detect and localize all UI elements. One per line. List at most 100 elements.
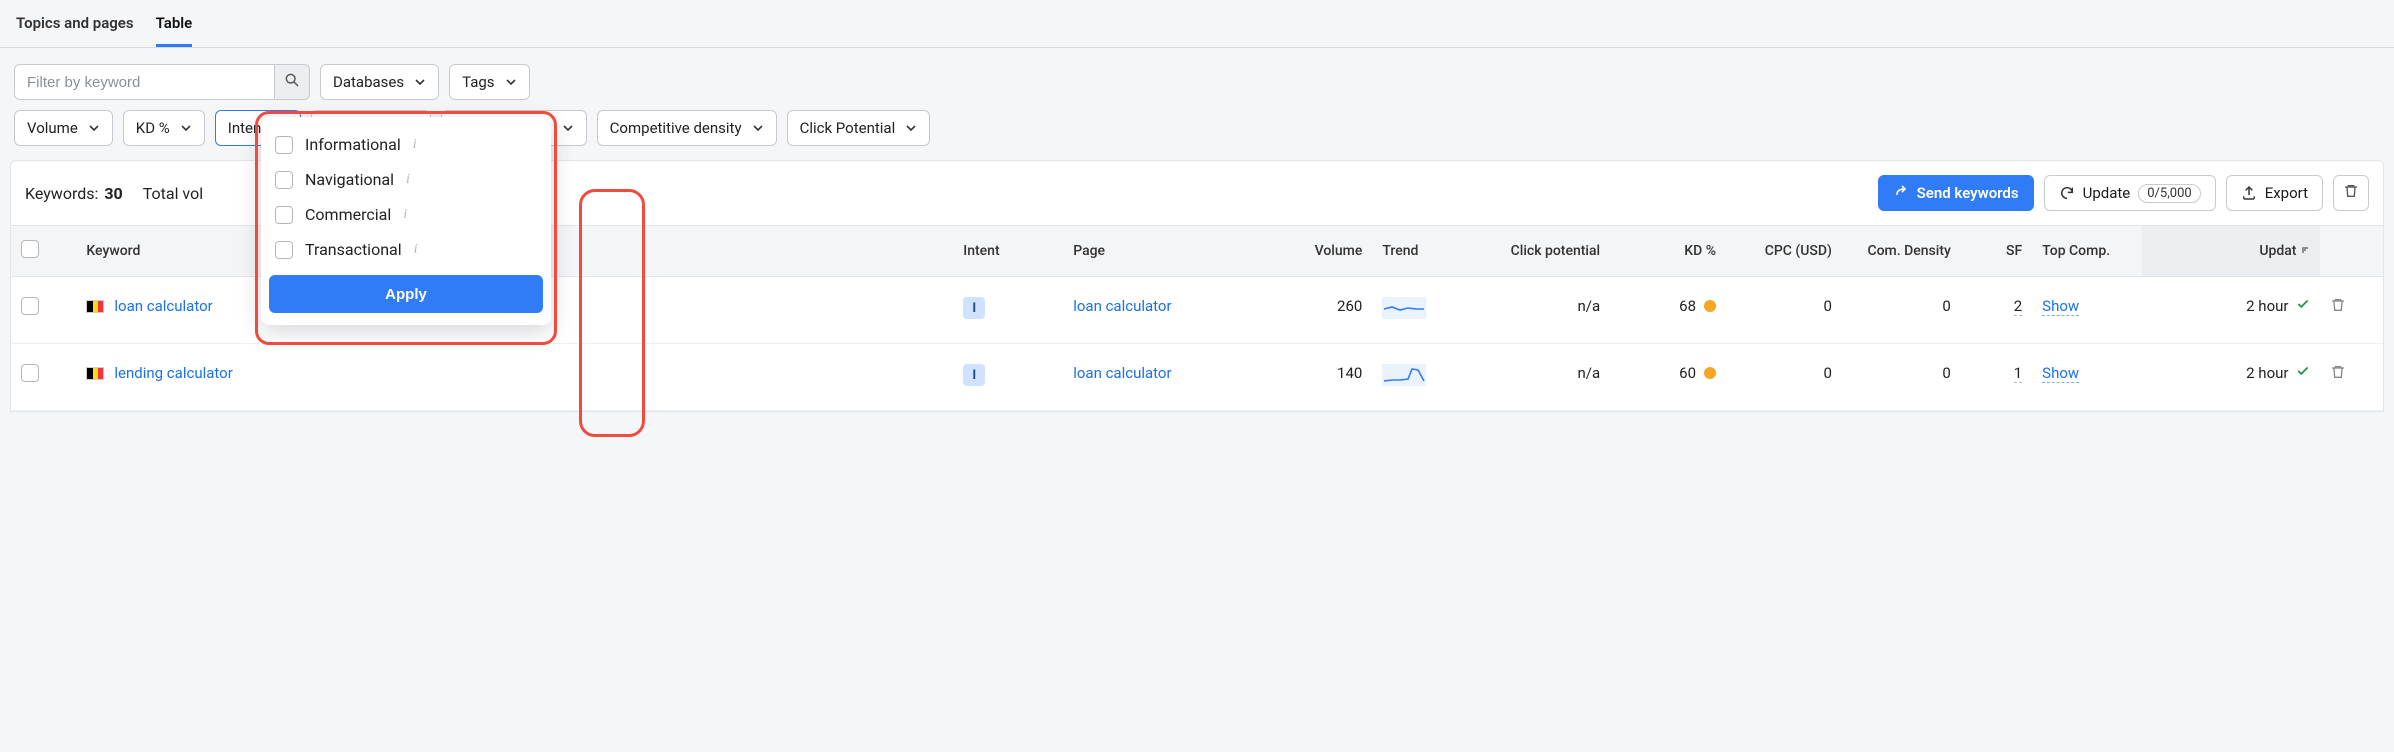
page-link[interactable]: loan calculator [1073,364,1171,382]
trash-icon [2343,183,2359,203]
info-icon[interactable]: i [406,172,410,188]
kd-value: 68 [1679,297,1696,315]
checkbox[interactable] [275,206,293,224]
chevron-down-icon [88,122,100,134]
intent-dropdown: Informational i Navigational i Commercia… [261,117,551,325]
cpc-value: 0 [1726,277,1842,344]
tab-table[interactable]: Table [156,10,193,47]
checkbox[interactable] [275,136,293,154]
filter-databases[interactable]: Databases [320,64,439,100]
top-comp-show-link[interactable]: Show [2042,364,2079,383]
filter-databases-label: Databases [333,73,404,91]
col-intent[interactable]: Intent [953,226,1063,277]
flag-belgium-icon [86,300,104,313]
check-icon [2296,297,2310,315]
com-density-value: 0 [1842,277,1961,344]
keywords-count: 30 [104,184,122,203]
intent-option-informational[interactable]: Informational i [269,127,543,162]
col-trend[interactable]: Trend [1372,226,1476,277]
filter-competitive-density[interactable]: Competitive density [597,110,777,146]
table-row: lending calculator I loan calculator 140… [11,344,2383,411]
flag-belgium-icon [86,367,104,380]
checkbox[interactable] [275,171,293,189]
col-click-potential[interactable]: Click potential [1476,226,1610,277]
volume-value: 140 [1256,344,1372,411]
click-potential-value: n/a [1476,344,1610,411]
col-kd[interactable]: KD % [1610,226,1726,277]
kd-difficulty-dot [1704,300,1716,312]
export-button[interactable]: Export [2226,175,2323,211]
filter-density-label: Competitive density [610,119,742,137]
trend-sparkline [1382,372,1426,390]
intent-option-label: Navigational [305,170,394,189]
update-counter: 0/5,000 [2138,184,2200,203]
row-checkbox[interactable] [21,297,39,315]
intent-option-navigational[interactable]: Navigational i [269,162,543,197]
chevron-down-icon [562,122,574,134]
intent-option-label: Transactional [305,240,402,259]
search-button[interactable] [274,64,310,100]
row-delete-button[interactable] [2330,299,2346,317]
keyword-link[interactable]: lending calculator [114,364,232,382]
chevron-down-icon [752,122,764,134]
col-updated[interactable]: Updat [2142,226,2320,277]
sf-value[interactable]: 1 [2014,364,2022,383]
filter-volume[interactable]: Volume [14,110,113,146]
page-link[interactable]: loan calculator [1073,297,1171,315]
search-icon [284,72,300,92]
filter-kd-label: KD % [136,119,170,137]
click-potential-value: n/a [1476,277,1610,344]
intent-option-commercial[interactable]: Commercial i [269,197,543,232]
col-page[interactable]: Page [1063,226,1256,277]
intent-option-label: Informational [305,135,401,154]
info-icon[interactable]: i [414,242,418,258]
col-com-density[interactable]: Com. Density [1842,226,1961,277]
keywords-count-label: Keywords: [25,184,98,203]
updated-value: 2 hour [2246,297,2288,315]
intent-badge[interactable]: I [963,364,985,386]
checkbox[interactable] [275,241,293,259]
keyword-link[interactable]: loan calculator [114,297,212,315]
col-volume[interactable]: Volume [1256,226,1372,277]
com-density-value: 0 [1842,344,1961,411]
col-cpc[interactable]: CPC (USD) [1726,226,1842,277]
intent-apply-button[interactable]: Apply [269,275,543,313]
update-button[interactable]: Update 0/5,000 [2044,175,2216,211]
kd-difficulty-dot [1704,367,1716,379]
col-top-comp[interactable]: Top Comp. [2032,226,2142,277]
intent-badge[interactable]: I [963,297,985,319]
updated-value: 2 hour [2246,364,2288,382]
top-comp-show-link[interactable]: Show [2042,297,2079,316]
total-volume-label: Total vol [143,184,203,203]
col-updated-label: Updat [2259,243,2296,259]
volume-value: 260 [1256,277,1372,344]
intent-option-label: Commercial [305,205,391,224]
check-icon [2296,364,2310,382]
chevron-down-icon [414,76,426,88]
trend-sparkline [1382,305,1426,323]
row-delete-button[interactable] [2330,366,2346,384]
col-sf[interactable]: SF [1961,226,2032,277]
filter-keyword-input[interactable] [14,64,274,100]
sort-icon [2300,243,2310,259]
chevron-down-icon [180,122,192,134]
tab-topics-pages[interactable]: Topics and pages [16,10,134,47]
send-keywords-label: Send keywords [1917,184,2019,202]
filter-tags-label: Tags [462,73,494,91]
select-all-checkbox[interactable] [21,240,39,258]
send-keywords-button[interactable]: Send keywords [1878,175,2034,211]
cpc-value: 0 [1726,344,1842,411]
row-checkbox[interactable] [21,364,39,382]
filter-kd[interactable]: KD % [123,110,205,146]
info-icon[interactable]: i [403,207,407,223]
filter-tags[interactable]: Tags [449,64,529,100]
delete-button[interactable] [2333,175,2369,211]
intent-option-transactional[interactable]: Transactional i [269,232,543,267]
filter-click-potential[interactable]: Click Potential [787,110,931,146]
filter-volume-label: Volume [27,119,78,137]
info-icon[interactable]: i [413,137,417,153]
sf-value[interactable]: 2 [2014,297,2022,316]
export-label: Export [2265,184,2308,202]
arrow-right-icon [1893,185,1909,201]
chevron-down-icon [905,122,917,134]
